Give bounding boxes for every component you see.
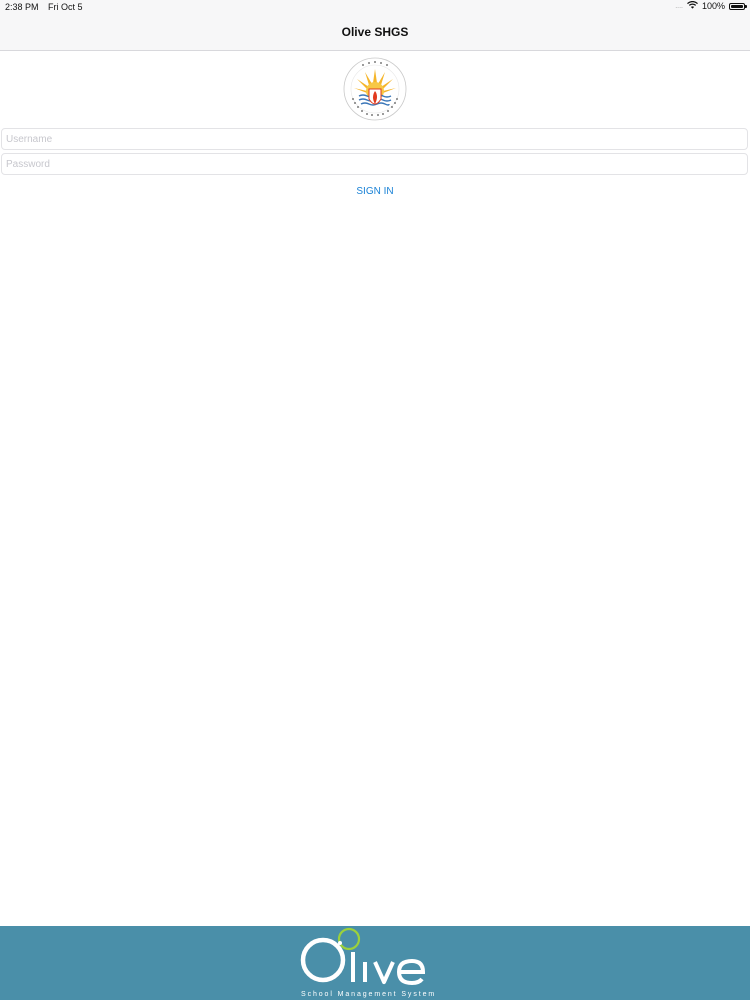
battery-percent: 100%	[701, 1, 725, 11]
wifi-icon	[687, 1, 698, 11]
login-screen: 2:38 PM Fri Oct 5 .... 100% Olive SHGS U…	[0, 0, 750, 1000]
username-input[interactable]	[1, 128, 748, 150]
school-crest-logo	[341, 55, 409, 123]
signal-icon: ....	[675, 2, 683, 10]
status-indicators: .... 100%	[675, 1, 747, 11]
status-date: Fri Oct 5	[48, 2, 83, 12]
page-title: Olive SHGS	[341, 25, 409, 39]
sign-in-button[interactable]: SIGN IN	[335, 183, 415, 199]
olive-brand-logo: School Management System	[295, 926, 455, 1000]
status-bar: 2:38 PM Fri Oct 5 .... 100%	[0, 0, 750, 14]
password-input[interactable]	[1, 153, 748, 175]
navigation-bar: Olive SHGS	[0, 14, 750, 51]
footer-banner: School Management System	[0, 926, 750, 1000]
svg-text:School Management System: School Management System	[301, 991, 436, 998]
status-time: 2:38 PM	[5, 2, 39, 12]
battery-icon	[729, 2, 747, 10]
